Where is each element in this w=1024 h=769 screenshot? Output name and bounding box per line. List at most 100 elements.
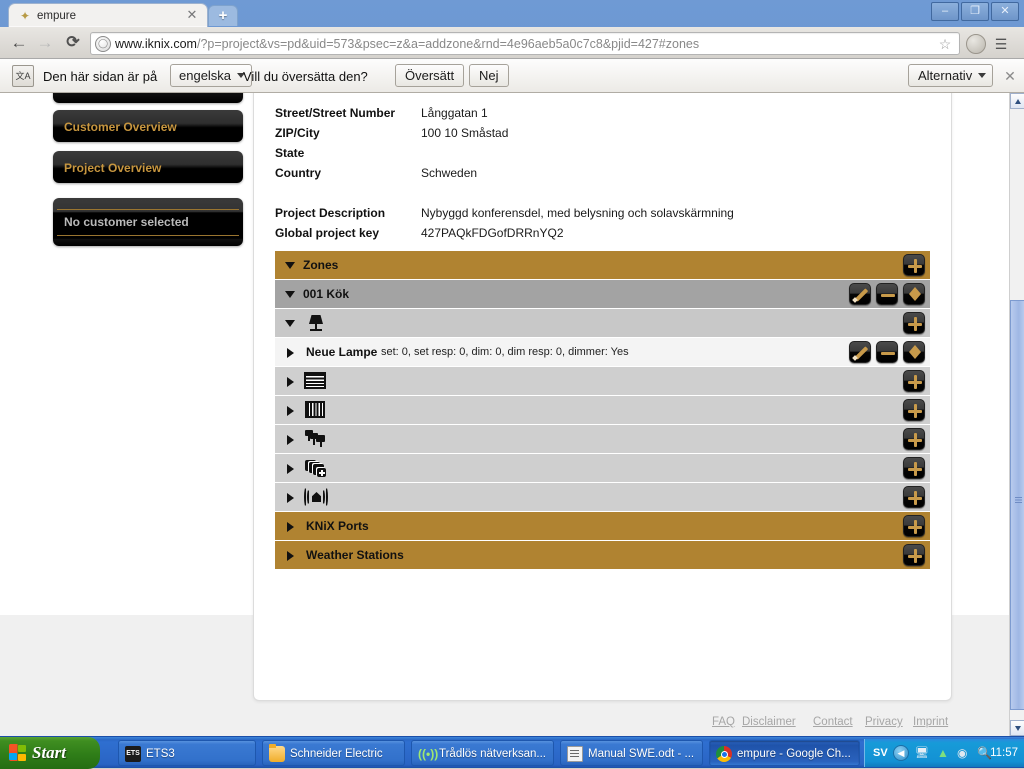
accordion-row-weather-stations[interactable]: Weather Stations — [275, 541, 930, 569]
translate-close-icon[interactable]: ✕ — [1002, 68, 1018, 84]
network-icon[interactable]: 🖥 — [915, 745, 931, 761]
accordion-title: Weather Stations — [306, 548, 404, 562]
page-viewport: Customer Overview Project Overview No cu… — [0, 93, 1009, 736]
delete-icon-button[interactable] — [876, 283, 898, 305]
add-icon-button[interactable] — [903, 312, 925, 334]
accordion-row-scenes-group[interactable] — [275, 425, 930, 453]
taskbar-item-label: empure - Google Ch... — [737, 748, 851, 760]
chevron-right-icon[interactable] — [287, 377, 294, 387]
select-icon-button[interactable]: P — [924, 93, 946, 94]
maximize-button[interactable]: ❐ — [961, 2, 989, 21]
browser-tab-empure[interactable]: ✦ empure ✕ — [8, 3, 208, 27]
add-icon-button[interactable] — [903, 544, 925, 566]
accordion-row-shutters-group[interactable] — [275, 396, 930, 424]
row-actions — [903, 312, 925, 334]
taskbar-item-label: ETS3 — [146, 748, 175, 760]
chevron-down-icon[interactable] — [285, 320, 295, 332]
accordion-row-sensors-group[interactable] — [275, 483, 930, 511]
close-window-button[interactable]: ✕ — [991, 2, 1019, 21]
translate-icon: 文A — [12, 65, 34, 87]
add-icon-button[interactable] — [903, 515, 925, 537]
browser-toolbar: ← → ⟳ ◯ www.iknix.com/?p=project&vs=pd&u… — [0, 27, 1024, 59]
project-details: Street/Street Number Långgatan 1 ZIP/Cit… — [275, 105, 935, 245]
move-icon-button[interactable] — [903, 283, 925, 305]
taskbar-item-schneider-electric[interactable]: Schneider Electric — [262, 740, 405, 766]
folder-icon — [269, 744, 285, 762]
chevron-down-icon[interactable] — [285, 291, 295, 303]
row-actions — [903, 544, 925, 566]
move-icon-button[interactable] — [903, 341, 925, 363]
add-icon-button[interactable] — [903, 486, 925, 508]
shutter-icon — [305, 401, 325, 418]
edit-icon-button[interactable] — [849, 283, 871, 305]
accordion-row-groups-group[interactable] — [275, 454, 930, 482]
tray-language-indicator[interactable]: SV — [873, 745, 888, 761]
sidebar-item-customer-overview[interactable]: Customer Overview — [53, 110, 243, 142]
taskbar-item-wireless-network[interactable]: ((•)) Trådlös nätverksan... — [411, 740, 554, 766]
tab-close-icon[interactable]: ✕ — [185, 8, 199, 22]
volume-icon[interactable]: ◉ — [957, 745, 973, 761]
edit-icon-button[interactable] — [849, 341, 871, 363]
delete-icon-button[interactable] — [876, 341, 898, 363]
extension-icon[interactable] — [966, 34, 986, 54]
wrench-menu-icon[interactable]: ☰ — [992, 35, 1010, 53]
taskbar-item-ets3[interactable]: ETS ETS3 — [118, 740, 256, 766]
chevron-right-icon[interactable] — [287, 522, 294, 532]
page-scrollbar[interactable] — [1009, 93, 1024, 736]
chevron-right-icon[interactable] — [287, 551, 294, 561]
sidebar-item-project-overview[interactable]: Project Overview — [53, 151, 243, 183]
scroll-up-arrow-icon[interactable] — [1010, 93, 1024, 109]
translate-question-text: Vill du översätta den? — [243, 69, 368, 84]
chevron-right-icon[interactable] — [287, 348, 294, 358]
windows-logo-icon — [9, 744, 27, 761]
accordion-row-zones[interactable]: Zones — [275, 251, 930, 279]
reload-icon[interactable]: ⟳ — [62, 33, 84, 54]
accordion-row-neue-lampe[interactable]: Neue Lampe set: 0, set resp: 0, dim: 0, … — [275, 338, 930, 366]
accordion-row-blinds-group[interactable] — [275, 367, 930, 395]
detail-row: Street/Street Number Långgatan 1 — [275, 105, 935, 125]
add-icon-button[interactable] — [903, 370, 925, 392]
chevron-right-icon[interactable] — [287, 406, 294, 416]
project-card: Street/Street Number Långgatan 1 ZIP/Cit… — [253, 93, 952, 701]
add-icon-button[interactable] — [903, 428, 925, 450]
taskbar-item-manual-swe-odt[interactable]: Manual SWE.odt - ... — [560, 740, 703, 766]
add-icon-button[interactable] — [903, 399, 925, 421]
translate-language-value: engelska — [179, 68, 232, 83]
accordion-title: KNiX Ports — [306, 519, 369, 533]
start-button[interactable]: Start — [0, 737, 100, 769]
scrollbar-thumb[interactable] — [1010, 300, 1024, 710]
forward-icon[interactable]: → — [34, 33, 56, 54]
back-icon[interactable]: ← — [8, 33, 30, 54]
show-hidden-icons-icon[interactable]: ◀ — [893, 745, 909, 761]
signal-icon[interactable]: ▲ — [937, 745, 953, 761]
translate-language-select[interactable]: engelska — [170, 64, 253, 87]
tray-clock[interactable]: 11:57 — [990, 745, 1018, 761]
accordion-row-knix-ports[interactable]: KNiX Ports — [275, 512, 930, 540]
translate-decline-button[interactable]: Nej — [469, 64, 509, 87]
chevron-right-icon[interactable] — [287, 435, 294, 445]
browser-window: ✦ empure ✕ + – ❐ ✕ ← → ⟳ ◯ www.iknix.com… — [0, 0, 1024, 736]
taskbar-item-empure-chrome[interactable]: empure - Google Ch... — [709, 740, 860, 766]
chevron-right-icon[interactable] — [287, 493, 294, 503]
add-icon-button[interactable] — [903, 457, 925, 479]
chevron-right-icon[interactable] — [287, 464, 294, 474]
add-icon-button[interactable] — [903, 254, 925, 276]
url-host: www.iknix.com — [115, 37, 197, 51]
footer-link-faq[interactable]: FAQ — [712, 715, 735, 729]
footer-link-contact[interactable]: Contact — [813, 715, 853, 729]
address-bar[interactable]: ◯ www.iknix.com/?p=project&vs=pd&uid=573… — [90, 32, 960, 55]
footer-link-disclaimer[interactable]: Disclaimer — [742, 715, 796, 729]
translate-options-button[interactable]: Alternativ — [908, 64, 994, 87]
detail-row: Country Schweden — [275, 165, 935, 185]
translate-button[interactable]: Översätt — [395, 64, 465, 87]
new-tab-button[interactable]: + — [208, 5, 238, 26]
accordion-row-lamps-group[interactable] — [275, 309, 930, 337]
footer-link-imprint[interactable]: Imprint — [913, 715, 948, 729]
accordion-row-zone-001-kok[interactable]: 001 Kök — [275, 280, 930, 308]
footer-link-privacy[interactable]: Privacy — [865, 715, 903, 729]
chevron-down-icon[interactable] — [285, 262, 295, 274]
document-icon — [567, 746, 583, 762]
scroll-down-arrow-icon[interactable] — [1010, 720, 1024, 736]
bookmark-star-icon[interactable]: ☆ — [937, 36, 953, 52]
minimize-button[interactable]: – — [931, 2, 959, 21]
